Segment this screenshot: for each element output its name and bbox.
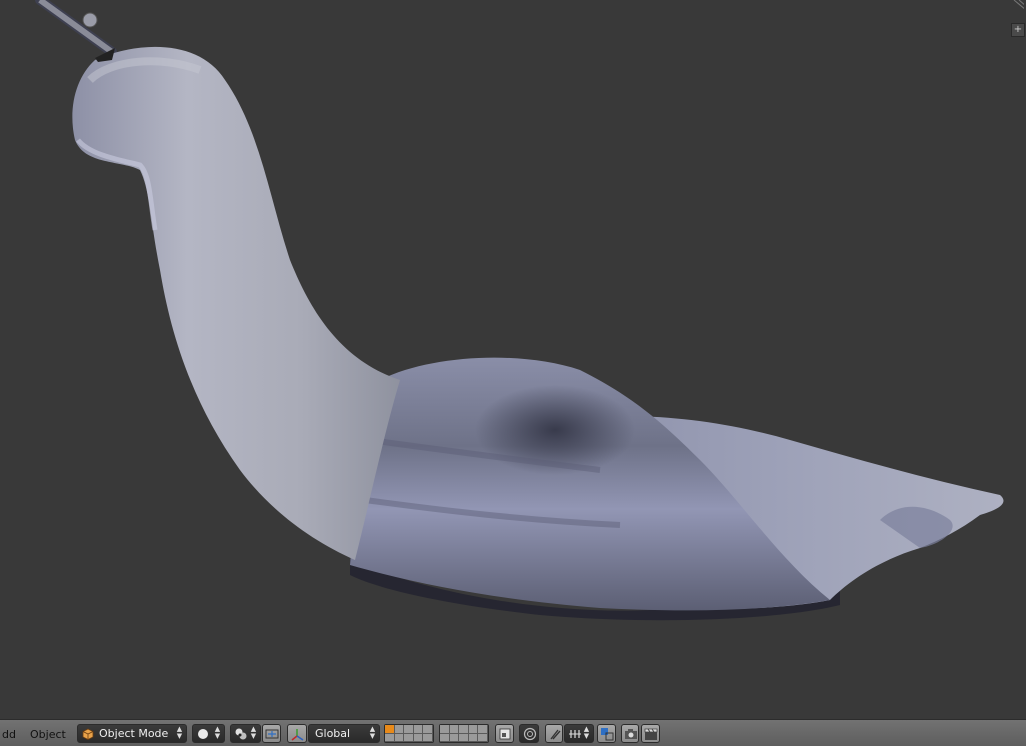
manipulator-axes-icon xyxy=(291,729,304,741)
lock-camera-icon xyxy=(499,728,511,740)
pivot-point-selector[interactable]: ▲ ▼ xyxy=(230,724,261,743)
properties-toggle-icon[interactable]: + xyxy=(1011,23,1025,37)
pivot-point-icon xyxy=(235,728,247,740)
orientation-selector[interactable]: Global ▲ ▼ xyxy=(308,724,380,743)
menu-add[interactable]: dd xyxy=(2,728,16,741)
updown-arrows-icon: ▲ ▼ xyxy=(214,725,221,740)
clapboard-icon xyxy=(644,728,658,740)
transform-manipulator-button[interactable] xyxy=(287,724,307,743)
opengl-render-button[interactable] xyxy=(621,724,639,743)
render-camera-icon xyxy=(625,729,637,739)
snap-target-icon xyxy=(601,728,614,741)
proportional-edit-icon xyxy=(523,727,537,741)
snap-toggle[interactable] xyxy=(545,724,563,743)
updown-arrows-icon: ▲ ▼ xyxy=(250,725,257,740)
layer-grid-icon[interactable] xyxy=(439,724,489,743)
mode-selector[interactable]: Object Mode ▲ ▼ xyxy=(77,724,187,743)
updown-arrows-icon: ▲ ▼ xyxy=(176,725,183,740)
manipulator-axes-icon xyxy=(265,729,279,739)
updown-arrows-icon: ▲ ▼ xyxy=(583,725,590,740)
orientation-label: Global xyxy=(315,727,351,740)
solid-sphere-icon xyxy=(198,729,208,739)
menu-object[interactable]: Object xyxy=(30,728,66,741)
3d-viewport[interactable]: + xyxy=(0,0,1026,719)
snap-element-selector[interactable]: ▲ ▼ xyxy=(564,724,594,743)
snap-magnet-icon xyxy=(550,729,561,740)
proportional-edit-button[interactable] xyxy=(519,724,539,743)
object-cube-icon xyxy=(82,728,94,740)
snap-target-button[interactable] xyxy=(597,724,616,743)
mode-label: Object Mode xyxy=(99,727,169,740)
layer-grid-icon[interactable] xyxy=(384,724,434,743)
viewport-header: dd Object Object Mode ▲ ▼ ▲ ▼ ▲ ▼ Global… xyxy=(0,719,1026,746)
opengl-animation-button[interactable] xyxy=(641,724,660,743)
snap-increment-icon xyxy=(569,730,581,738)
lock-camera-button[interactable] xyxy=(495,724,514,743)
updown-arrows-icon: ▲ ▼ xyxy=(369,725,376,740)
viewport-shading-selector[interactable]: ▲ ▼ xyxy=(192,724,225,743)
manipulator-toggle[interactable] xyxy=(262,724,281,743)
area-split-corner-icon[interactable] xyxy=(1012,0,1024,12)
mesh-render xyxy=(35,0,1004,621)
